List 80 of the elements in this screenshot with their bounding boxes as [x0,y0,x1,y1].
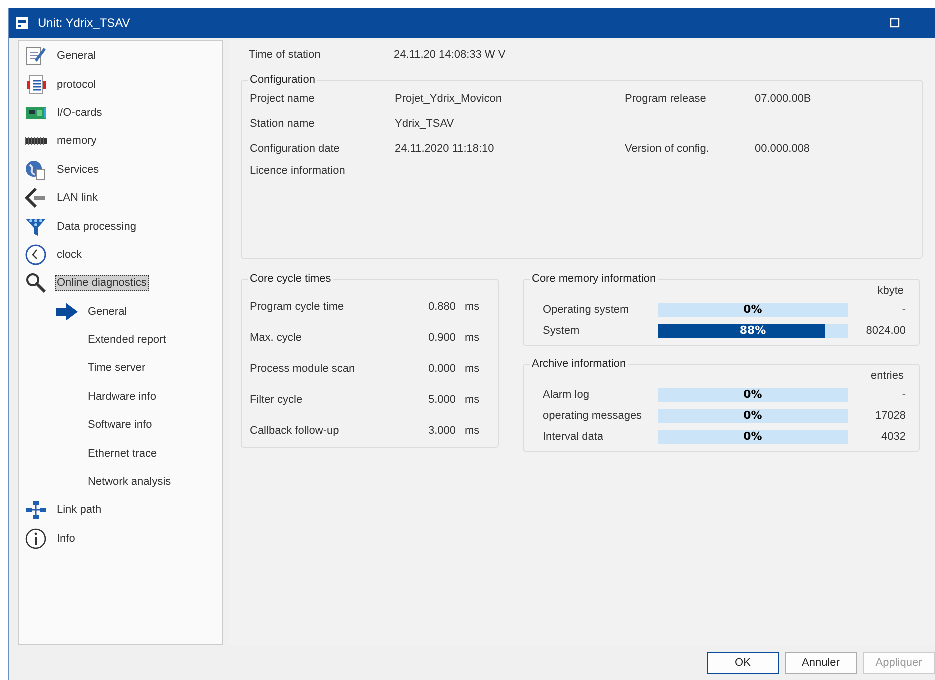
field-label: Project name [250,92,316,104]
tree-item[interactable]: Hardware info [86,388,158,405]
progress-percent: 0% [744,430,762,444]
network-icon [25,499,47,522]
field-value: 24.11.2020 11:18:10 [395,142,494,154]
tree-item[interactable]: Services [55,162,102,178]
field-value: 07.000.00B [755,92,812,104]
maximize-icon [890,18,900,28]
tree-item[interactable]: Extended report [86,332,168,348]
search-icon [25,272,47,294]
group-title: Archive information [531,358,628,370]
document-list-icon [25,74,47,96]
tree-item[interactable]: Online diagnostics [55,275,149,292]
field-label: Max. cycle [250,332,303,344]
tree-item[interactable]: General [55,48,98,64]
unit-label: ms [465,424,480,436]
app-window-icon [15,16,29,30]
progress-percent: 88% [740,324,766,338]
field-value: Ydrix_TSAV [395,118,454,130]
tree-item[interactable]: Software info [86,417,154,434]
field-value: Projet_Ydrix_Movicon [395,92,502,104]
dialog-button[interactable]: Annuler [785,652,857,674]
field-label: Interval data [543,430,605,442]
field-value: 5.000 [427,394,456,406]
field-label: Filter cycle [250,394,304,406]
field-label: operating messages [543,410,644,422]
notepad-pen-icon [25,45,47,68]
field-label: Version of config. [625,142,710,154]
tree-item[interactable]: memory [55,133,99,150]
unit-label: ms [465,300,480,312]
unit-label: kbyte [878,285,904,299]
field-label: Process module scan [250,362,356,374]
field-value: 00.000.008 [755,142,810,154]
unit-label: ms [465,394,480,406]
field-value: 4032 [880,430,907,442]
group-title: Configuration [249,74,316,86]
field-label: Configuration date [250,142,341,154]
field-label: Program cycle time [250,300,346,312]
dialog-button[interactable]: OK [707,652,779,674]
field-value: 0.900 [427,332,456,344]
field-label: Station name [250,118,316,130]
field-label: Time of station [249,49,322,61]
progress-percent: 0% [744,302,762,316]
tree-item[interactable]: I/O-cards [55,104,104,121]
field-label: Program release [625,92,706,104]
unit-label: ms [465,362,480,374]
clock-icon [25,244,47,266]
field-label: Licence information [250,165,346,177]
field-label: Operating system [543,304,630,316]
field-value: 24.11.20 14:08:33 W V [394,49,506,61]
tree-item[interactable]: Ethernet trace [86,446,160,462]
unit-label: ms [465,332,480,344]
field-label: System [543,324,581,336]
progress-percent: 0% [744,408,762,422]
tree-item[interactable]: Info [55,530,78,547]
field-value: - [901,304,907,316]
field-label: Callback follow-up [250,424,340,436]
group-title: Core cycle times [249,273,332,285]
tree-item[interactable]: Data processing [55,218,138,235]
tree-item[interactable]: Time server [86,360,148,376]
tree-item[interactable]: protocol [55,76,98,93]
tree-item[interactable]: clock [55,246,84,263]
progress-percent: 0% [744,388,762,402]
window-title: Unit: Ydrix_TSAV [38,16,130,30]
tree-item[interactable]: Network analysis [86,474,174,490]
field-value: 8024.00 [865,324,907,336]
field-value: 17028 [874,410,907,422]
tree-item[interactable]: General [86,304,130,320]
globe-document-icon [25,158,47,181]
field-value: 0.880 [427,300,456,312]
group-title: Core memory information [531,273,658,285]
unit-label: entries [870,370,904,384]
field-value: - [901,388,907,400]
field-value: 0.000 [427,362,456,374]
field-label: Alarm log [543,388,590,400]
arrow-icon [56,302,78,321]
tree-item[interactable]: LAN link [55,190,100,206]
tree-item[interactable]: Link path [55,502,104,518]
field-value: 3.000 [427,424,456,436]
info-icon [25,528,47,550]
